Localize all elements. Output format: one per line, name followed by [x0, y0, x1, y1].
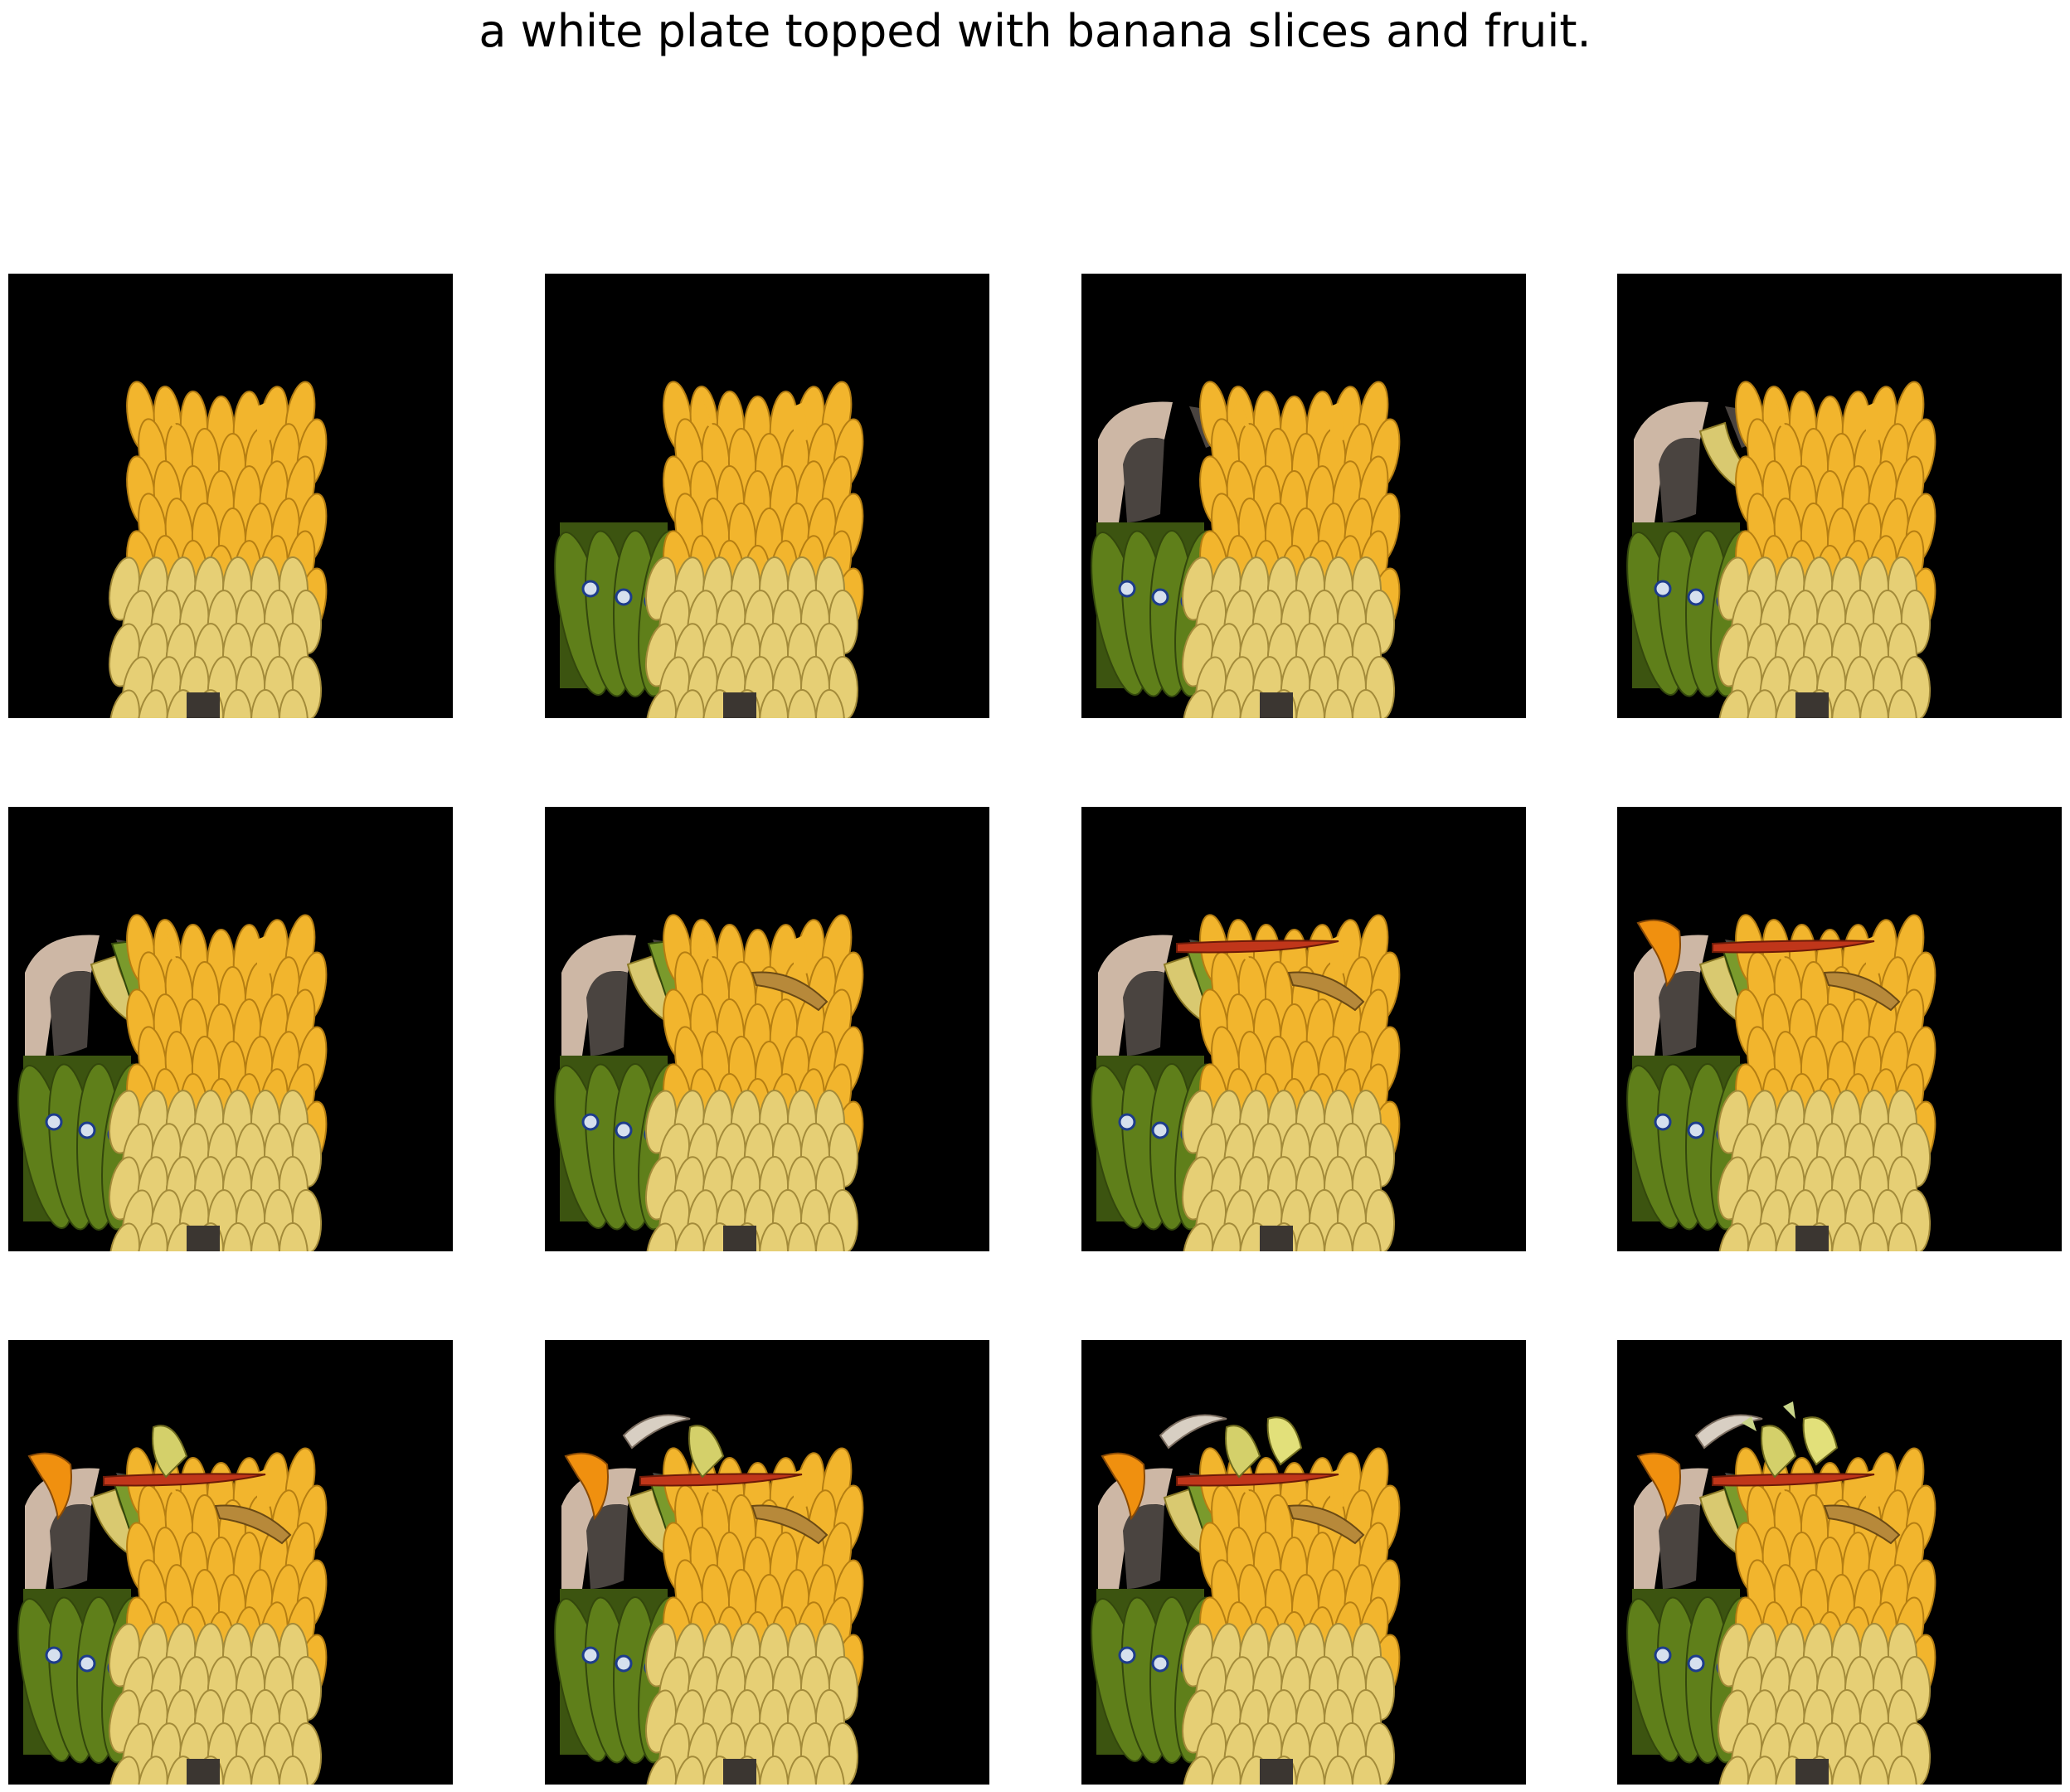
- ripe-bunch-layer: [645, 914, 864, 1251]
- frame-9: [8, 1340, 453, 1785]
- banana-collage-image: [8, 1340, 453, 1785]
- frame-12: [1617, 1340, 2062, 1785]
- banana-collage-image: [545, 807, 989, 1251]
- banana-collage-image: [1617, 1340, 2062, 1785]
- banana-collage-image: [1081, 807, 1526, 1251]
- frame-6: [545, 807, 989, 1251]
- frame-7: [1081, 807, 1526, 1251]
- frame-8: [1617, 807, 2062, 1251]
- ripe-bunch-layer: [1718, 914, 1936, 1251]
- banana-collage-image: [545, 274, 989, 718]
- frame-5: [8, 807, 453, 1251]
- image-grid: [8, 274, 2062, 1785]
- caption-title: a white plate topped with banana slices …: [479, 5, 1591, 57]
- ripe-bunch-layer: [1718, 381, 1936, 718]
- ripe-bunch-layer: [1182, 381, 1401, 718]
- banana-collage-image: [8, 807, 453, 1251]
- frame-11: [1081, 1340, 1526, 1785]
- ripe-bunch-layer: [1182, 1447, 1401, 1785]
- frame-1: [8, 274, 453, 718]
- ripe-bunch-layer: [645, 1447, 864, 1785]
- ripe-bunch-layer: [1182, 914, 1401, 1251]
- banana-collage-image: [1617, 274, 2062, 718]
- ripe-bunch-layer: [1718, 1447, 1936, 1785]
- ripe-bunch-layer: [109, 914, 328, 1251]
- banana-collage-image: [545, 1340, 989, 1785]
- banana-collage-image: [1081, 1340, 1526, 1785]
- ripe-bunch-layer: [645, 381, 864, 718]
- frame-3: [1081, 274, 1526, 718]
- banana-collage-image: [8, 274, 453, 718]
- frame-4: [1617, 274, 2062, 718]
- ripe-bunch-layer: [109, 381, 328, 718]
- frame-10: [545, 1340, 989, 1785]
- frame-2: [545, 274, 989, 718]
- ripe-bunch-layer: [109, 1447, 328, 1785]
- banana-collage-image: [1081, 274, 1526, 718]
- banana-collage-image: [1617, 807, 2062, 1251]
